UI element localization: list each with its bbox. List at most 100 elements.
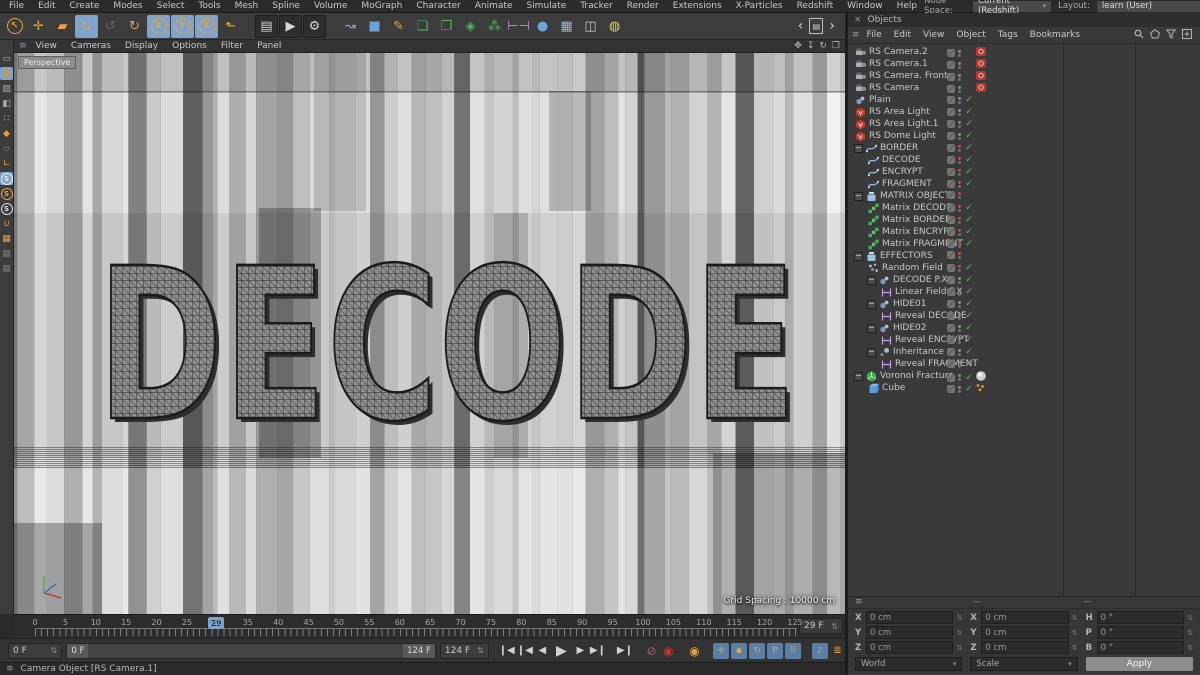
layer-box[interactable]	[947, 228, 955, 236]
layout-document-icon[interactable]: ▤	[809, 18, 823, 34]
layer-box[interactable]	[947, 191, 955, 199]
texture-mode-icon[interactable]: ▨	[0, 82, 13, 95]
expand-icon[interactable]: −	[854, 192, 863, 201]
menu-mograph[interactable]: MoGraph	[354, 1, 409, 11]
visibility-dots[interactable]	[958, 97, 961, 104]
menu-simulate[interactable]: Simulate	[519, 1, 573, 11]
visibility-dots[interactable]	[958, 192, 961, 199]
scale-x-field[interactable]: 0 cm	[981, 611, 1068, 624]
menu-character[interactable]: Character	[409, 1, 467, 11]
expand-icon[interactable]: −	[867, 348, 876, 357]
viewport-menu-panel[interactable]: Panel	[250, 41, 288, 51]
grid-snap-icon[interactable]: ▦	[0, 232, 13, 245]
search-icon[interactable]	[1134, 29, 1144, 42]
om-menu-view[interactable]: View	[917, 30, 950, 40]
tree-item-encrypt[interactable]: ENCRYPT✓	[848, 166, 1200, 178]
menu-window[interactable]: Window	[840, 1, 890, 11]
scale-z-field[interactable]: 0 cm	[981, 641, 1068, 654]
enabled-check-icon[interactable]: ✓	[964, 335, 974, 345]
layer-box[interactable]	[947, 204, 955, 212]
layer-box[interactable]	[947, 312, 955, 320]
move-tool-icon[interactable]: ✛	[27, 15, 50, 38]
enabled-check-icon[interactable]: ✓	[964, 275, 974, 285]
preview-end-field[interactable]: 124 F⇅	[440, 643, 489, 659]
status-menu-icon[interactable]: ≡	[6, 664, 14, 674]
visibility-dots[interactable]	[958, 109, 961, 116]
enabled-check-icon[interactable]: ✓	[964, 179, 974, 189]
stepper[interactable]: ⇅	[956, 629, 962, 637]
tree-item-voronoi-fracture[interactable]: −Voronoi Fracture✓	[848, 370, 1200, 382]
stepper[interactable]: ⇅	[956, 644, 962, 652]
visibility-dots[interactable]	[958, 145, 961, 152]
tree-item-linear-field-p-x[interactable]: Linear Field P.X✓	[848, 286, 1200, 298]
tree-item-fragment[interactable]: FRAGMENT✓	[848, 178, 1200, 190]
visibility-dots[interactable]	[958, 205, 961, 212]
quantize-toggle-icon[interactable]: S	[0, 187, 13, 200]
enabled-check-icon[interactable]: ✓	[964, 227, 974, 237]
enabled-check-icon[interactable]: ✓	[964, 373, 974, 383]
tree-item-reveal-decode[interactable]: Reveal DECODE✓	[848, 310, 1200, 322]
apply-button[interactable]: Apply	[1086, 657, 1193, 671]
pan-icon[interactable]: ✥	[794, 41, 802, 51]
enabled-check-icon[interactable]: ✓	[964, 239, 974, 249]
tree-item-effectors[interactable]: −EFFECTORS	[848, 250, 1200, 262]
enabled-check-icon[interactable]: ✓	[964, 203, 974, 213]
render-to-picture-viewer-icon[interactable]: ▶	[279, 15, 302, 38]
visibility-dots[interactable]	[958, 361, 961, 368]
preview-start-field[interactable]: 0 F⇅	[8, 643, 62, 659]
stepper[interactable]: ⇅	[1072, 644, 1078, 652]
viewport-menu-filter[interactable]: Filter	[214, 41, 250, 51]
visibility-dots[interactable]	[958, 217, 961, 224]
stepper[interactable]: ⇅	[477, 646, 484, 655]
polygons-mode-icon[interactable]: ▱	[0, 142, 13, 155]
layer-box[interactable]	[947, 240, 955, 248]
uv-mode-icon[interactable]: ◧	[0, 97, 13, 110]
expand-icon[interactable]: −	[867, 300, 876, 309]
enabled-check-icon[interactable]: ✓	[964, 323, 974, 333]
layer-box[interactable]	[947, 132, 955, 140]
make-editable-icon[interactable]: ▭	[0, 52, 13, 65]
home-icon[interactable]	[1150, 29, 1160, 42]
viewport-menu-icon[interactable]: ≡	[19, 41, 27, 51]
menu-redshift[interactable]: Redshift	[790, 1, 841, 11]
tree-item-rs-camera[interactable]: RS Camera	[848, 82, 1200, 94]
goto-prev-key-button[interactable]: ❙◀	[517, 642, 533, 660]
dolly-icon[interactable]: ↧	[807, 41, 815, 51]
visibility-dots[interactable]	[958, 349, 961, 356]
menu-create[interactable]: Create	[63, 1, 107, 11]
visibility-dots[interactable]	[958, 374, 961, 381]
grid-lock-icon[interactable]: ▦	[0, 247, 13, 260]
stepper[interactable]: ⇅	[1072, 629, 1078, 637]
goto-next-key-button[interactable]: ▶❙	[590, 642, 606, 660]
layer-box[interactable]	[947, 49, 955, 57]
position-z-field[interactable]: 0 cm	[866, 641, 953, 654]
rotation-h-field[interactable]: 0 °	[1097, 611, 1184, 624]
layer-box[interactable]	[947, 180, 955, 188]
tree-item-hide01[interactable]: −HIDE01✓	[848, 298, 1200, 310]
snap-toggle-icon[interactable]: S	[0, 172, 13, 185]
viewport-canvas[interactable]: DECODEDECODE Perspective Grid Spacing : …	[14, 53, 845, 614]
layer-box[interactable]	[947, 288, 955, 296]
fields-icon[interactable]: ⊢⊣	[507, 15, 530, 38]
expand-icon[interactable]: −	[867, 276, 876, 285]
key-scale-toggle[interactable]: ▪	[731, 643, 747, 659]
layer-box[interactable]	[947, 264, 955, 272]
grid-quantize-icon[interactable]: ▦	[0, 262, 13, 275]
position-x-field[interactable]: 0 cm	[866, 611, 953, 624]
tree-item-rs-camera-1[interactable]: RS Camera.1	[848, 58, 1200, 70]
om-menu-edit[interactable]: Edit	[888, 30, 917, 40]
autokey-button[interactable]: ◉	[687, 642, 702, 660]
scale-y-field[interactable]: 0 cm	[981, 626, 1068, 639]
layer-box[interactable]	[947, 120, 955, 128]
instance-generator-icon[interactable]: ❐	[435, 15, 458, 38]
menu-file[interactable]: File	[2, 1, 31, 11]
free-rotate-tool-icon[interactable]: ↻	[123, 15, 146, 38]
layer-box[interactable]	[947, 360, 955, 368]
enabled-check-icon[interactable]: ✓	[964, 119, 974, 129]
menu-animate[interactable]: Animate	[468, 1, 520, 11]
tree-item-rs-camera-front[interactable]: RS Camera. Front	[848, 70, 1200, 82]
enabled-check-icon[interactable]: ✓	[964, 131, 974, 141]
viewport-menu-display[interactable]: Display	[118, 41, 165, 51]
axis-mode-icon[interactable]: ◆	[0, 127, 13, 140]
om-menu-file[interactable]: File	[861, 30, 888, 40]
